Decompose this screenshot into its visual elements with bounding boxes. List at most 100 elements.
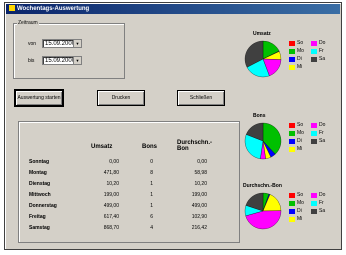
legend-swatch-Do <box>311 193 317 198</box>
results-table: Umsatz Bons Durchschn.- Bon Sonntag 0,00 0… <box>18 121 240 243</box>
legend-label-Sa: Sa <box>319 138 326 144</box>
legend-label-Mo: Mo <box>297 130 304 136</box>
row-bons: 1 <box>150 203 153 209</box>
legend-swatch-Mo <box>289 201 295 206</box>
row-avg: 216,42 <box>191 225 207 231</box>
row-avg: 0,00 <box>197 159 207 165</box>
legend-label-Fr: Fr <box>319 130 324 136</box>
row-day-label: Montag <box>29 170 47 176</box>
row-day-label: Donnerstag <box>29 203 57 209</box>
legend-swatch-Fr <box>311 49 317 54</box>
legend-label-Mi: Mi <box>297 64 303 70</box>
pie-svg <box>244 40 282 78</box>
row-avg: 102,90 <box>191 214 207 220</box>
row-avg: 58,98 <box>194 170 207 176</box>
bis-label: bis <box>28 58 35 64</box>
legend-label-So: So <box>297 192 304 198</box>
pie-svg <box>244 192 282 230</box>
title-bar: Wochentags-Auswertung <box>6 4 340 14</box>
legend-label-So: So <box>297 40 304 46</box>
print-button[interactable]: Drucken <box>97 90 145 106</box>
row-day-label: Dienstag <box>29 181 51 187</box>
legend-swatch-So <box>289 123 295 128</box>
app-icon <box>9 5 15 12</box>
row-avg: 10,20 <box>194 181 207 187</box>
legend-label-Fr: Fr <box>319 48 324 54</box>
legend-label-Di: Di <box>297 138 302 144</box>
legend-swatch-So <box>289 41 295 46</box>
legend-swatch-Sa <box>311 209 317 214</box>
row-umsatz: 868,70 <box>103 225 119 231</box>
pie-svg <box>244 122 282 160</box>
legend-swatch-Di <box>289 209 295 214</box>
von-date-field[interactable]: 15.09.2000 ▼ <box>42 39 82 48</box>
header-bons: Bons <box>142 144 157 150</box>
row-day-label: Mittwoch <box>29 192 51 198</box>
legend-label-Do: Do <box>319 122 326 128</box>
legend-swatch-Mi <box>289 65 295 70</box>
legend-label-Mo: Mo <box>297 200 304 206</box>
row-bons: 0 <box>150 159 153 165</box>
legend-label-Sa: Sa <box>319 56 326 62</box>
row-day-label: Freitag <box>29 214 46 220</box>
row-umsatz: 499,00 <box>103 203 119 209</box>
legend-swatch-Mi <box>289 147 295 152</box>
row-bons: 6 <box>150 214 153 220</box>
legend-swatch-Di <box>289 57 295 62</box>
row-avg: 499,00 <box>191 203 207 209</box>
legend-swatch-So <box>289 193 295 198</box>
von-dropdown-icon[interactable]: ▼ <box>73 40 81 47</box>
row-umsatz: 0,00 <box>109 159 119 165</box>
legend-swatch-Di <box>289 139 295 144</box>
legend-swatch-Mo <box>289 49 295 54</box>
header-umsatz: Umsatz <box>91 144 113 150</box>
row-bons: 8 <box>150 170 153 176</box>
legend-swatch-Sa <box>311 139 317 144</box>
legend-label-Sa: Sa <box>319 208 326 214</box>
row-day-label: Sonntag <box>29 159 49 165</box>
row-umsatz: 199,00 <box>103 192 119 198</box>
bis-dropdown-icon[interactable]: ▼ <box>73 57 81 64</box>
legend-swatch-Fr <box>311 201 317 206</box>
row-umsatz: 471,80 <box>103 170 119 176</box>
legend-label-Mo: Mo <box>297 48 304 54</box>
legend-label-Di: Di <box>297 56 302 62</box>
pie-chart-3: Durchschn.-Bon So Mo Di Mi Do Fr Sa <box>243 183 338 243</box>
pie-chart-1: Umsatz So Mo Di Mi Do Fr Sa <box>243 31 338 91</box>
legend-label-So: So <box>297 122 304 128</box>
bis-date-field[interactable]: 15.09.2000 ▼ <box>42 56 82 65</box>
legend-swatch-Mo <box>289 131 295 136</box>
legend-label-Fr: Fr <box>319 200 324 206</box>
von-label: von <box>28 41 37 47</box>
row-day-label: Samstag <box>29 225 50 231</box>
legend-label-Do: Do <box>319 192 326 198</box>
legend-swatch-Mi <box>289 217 295 222</box>
row-umsatz: 10,20 <box>106 181 119 187</box>
legend-label-Di: Di <box>297 208 302 214</box>
close-button[interactable]: Schließen <box>177 90 225 106</box>
start-analysis-button[interactable]: Auswertung starten <box>14 89 64 107</box>
legend-label-Mi: Mi <box>297 216 303 222</box>
row-umsatz: 617,40 <box>103 214 119 220</box>
pie-chart-2: Bons So Mo Di Mi Do Fr Sa <box>243 113 338 173</box>
chart-title: Durchschn.-Bon <box>243 183 282 189</box>
header-durchschnitt: Durchschn.- Bon <box>177 140 213 152</box>
zeitraum-label: Zeitraum <box>17 20 39 26</box>
von-date-value: 15.09.2000 <box>45 41 76 47</box>
bis-date-value: 15.09.2000 <box>45 58 76 64</box>
legend-swatch-Do <box>311 123 317 128</box>
zeitraum-group: Zeitraum von 15.09.2000 ▼ bis 15.09.2000… <box>13 20 125 79</box>
chart-title: Umsatz <box>253 31 271 37</box>
row-bons: 1 <box>150 192 153 198</box>
legend-swatch-Sa <box>311 57 317 62</box>
row-bons: 1 <box>150 181 153 187</box>
legend-swatch-Do <box>311 41 317 46</box>
legend-label-Mi: Mi <box>297 146 303 152</box>
row-bons: 4 <box>150 225 153 231</box>
window-title: Wochentags-Auswertung <box>17 6 90 12</box>
row-avg: 199,00 <box>191 192 207 198</box>
chart-title: Bons <box>253 113 266 119</box>
main-window: Wochentags-Auswertung Zeitraum von 15.09… <box>4 2 342 250</box>
legend-label-Do: Do <box>319 40 326 46</box>
legend-swatch-Fr <box>311 131 317 136</box>
